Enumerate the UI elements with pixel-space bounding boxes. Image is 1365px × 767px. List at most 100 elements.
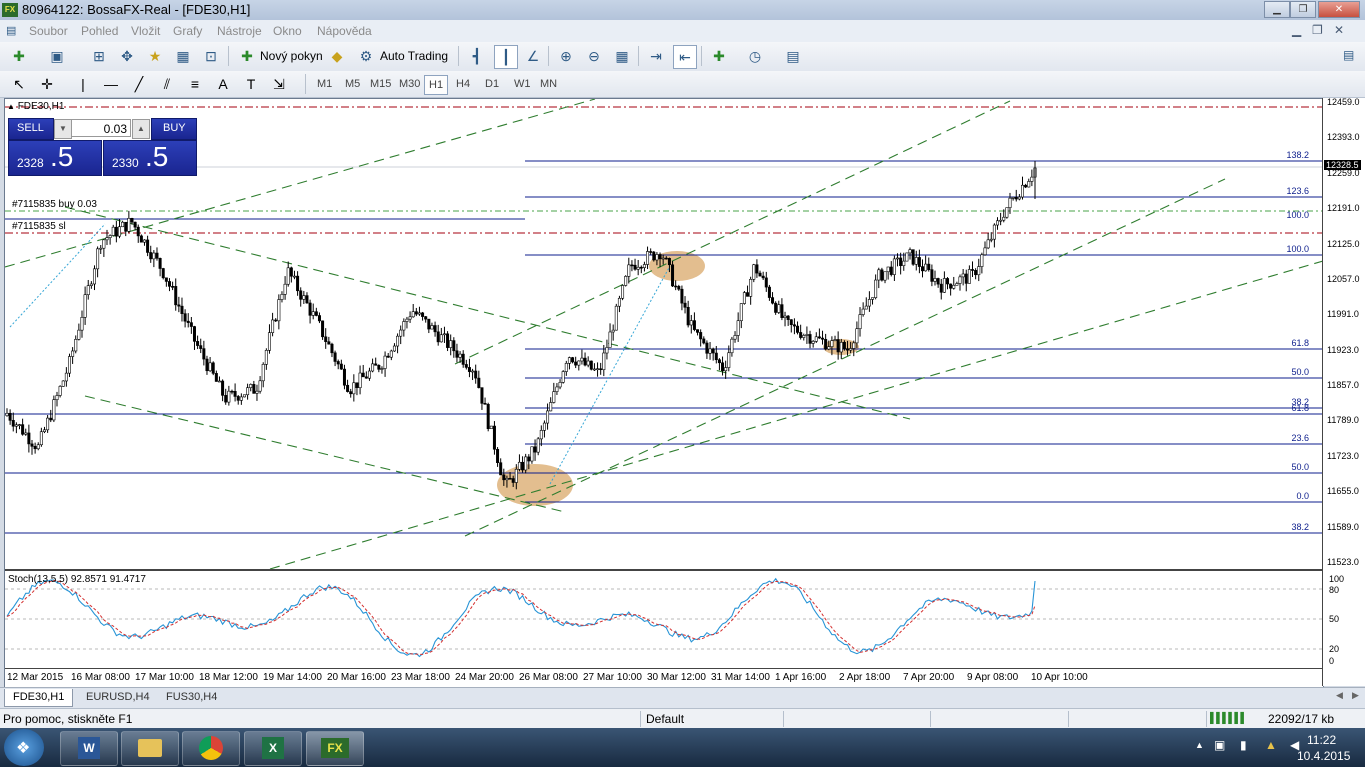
order-sl-label[interactable]: #7115835 sl — [12, 221, 66, 232]
candle-body — [664, 257, 668, 260]
sell-price-box[interactable]: 2328 .5 — [8, 140, 102, 176]
trendline-icon[interactable]: ╱ — [128, 73, 150, 95]
vertical-line-icon[interactable]: | — [72, 73, 94, 95]
tab-fus30-h4[interactable]: FUS30,H4 — [158, 689, 225, 706]
menu-window[interactable]: Okno — [273, 24, 302, 38]
candle-body — [405, 318, 409, 322]
tray-expand-icon[interactable]: ▲ — [1195, 740, 1204, 750]
tab-scroll-right-icon[interactable]: ▶ — [1352, 690, 1359, 701]
zoom-out-icon[interactable]: ⊖ — [583, 45, 605, 67]
meta-editor-icon[interactable]: ◆ — [326, 45, 348, 67]
taskbar-excel[interactable]: X — [244, 731, 302, 766]
candle-body — [971, 269, 975, 271]
menu-charts[interactable]: Grafy — [173, 24, 202, 38]
time-label: 16 Mar 08:00 — [71, 672, 130, 683]
candle-body — [914, 257, 918, 265]
order-buy-label[interactable]: #7115835 buy 0.03 — [12, 199, 97, 210]
traffic-indicator: 22092/17 kb — [1268, 712, 1335, 726]
menu-tools[interactable]: Nástroje — [217, 24, 262, 38]
buy-button[interactable]: BUY — [151, 118, 197, 140]
menu-view[interactable]: Pohled — [81, 24, 118, 38]
market-watch-icon[interactable]: ⊞ — [88, 45, 110, 67]
clock-date[interactable]: 10.4.2015 — [1297, 749, 1350, 763]
candle-body — [599, 368, 603, 371]
timeframe-h1[interactable]: H1 — [424, 75, 449, 95]
child-close-icon[interactable]: ✕ — [1334, 23, 1344, 37]
templates-icon[interactable]: ▤ — [782, 45, 804, 67]
candle-body — [339, 363, 343, 370]
clock-time[interactable]: 11:22 — [1307, 733, 1336, 747]
timeframe-m30[interactable]: M30 — [395, 75, 424, 93]
indicators-icon[interactable]: ✚ — [708, 45, 730, 67]
zoom-in-icon[interactable]: ⊕ — [555, 45, 577, 67]
strategy-tester-icon[interactable]: ⊡ — [200, 45, 222, 67]
child-restore-icon[interactable]: ❐ — [1312, 23, 1323, 37]
price-scale[interactable]: 12459.0 12393.0 12259.0 12191.0 12125.0 12057… — [1322, 97, 1365, 686]
timeframe-m15[interactable]: M15 — [366, 75, 395, 93]
candlestick-chart-icon[interactable]: ┃ — [494, 45, 518, 69]
tab-fde30-h1[interactable]: FDE30,H1 — [4, 689, 74, 707]
lot-increase-button[interactable]: ▲ — [132, 119, 150, 139]
candle-body — [439, 334, 443, 343]
new-chart-icon[interactable]: ✚ — [8, 45, 30, 67]
search-dropdown-icon[interactable]: ▤ — [1343, 48, 1354, 62]
text-icon[interactable]: A — [212, 73, 234, 95]
minimize-button[interactable]: ▁ — [1264, 1, 1290, 18]
timeframe-m5[interactable]: M5 — [341, 75, 364, 93]
close-button[interactable]: ✕ — [1318, 1, 1360, 18]
candle-body — [83, 294, 87, 318]
candle-body — [877, 269, 881, 281]
text-label-icon[interactable]: T — [240, 73, 262, 95]
timeframe-m1[interactable]: M1 — [313, 75, 336, 93]
tray-drive-icon[interactable]: ▲ — [1265, 738, 1277, 752]
lot-size-input[interactable]: 0.03 — [71, 119, 131, 137]
start-button[interactable]: ❖ — [4, 729, 44, 766]
auto-scroll-icon[interactable]: ⇥ — [645, 45, 667, 67]
tile-windows-icon[interactable]: ▦ — [611, 45, 633, 67]
crosshair-nav-icon[interactable]: ✥ — [116, 45, 138, 67]
taskbar-metatrader[interactable]: FX — [306, 731, 364, 766]
menu-insert[interactable]: Vložit — [131, 24, 160, 38]
equidistant-channel-icon[interactable]: ⫽ — [156, 73, 178, 95]
taskbar-chrome[interactable] — [182, 731, 240, 766]
timeframe-w1[interactable]: W1 — [510, 75, 535, 93]
child-minimize-icon[interactable]: ▁ — [1292, 23, 1301, 37]
buy-price-box[interactable]: 2330 .5 — [103, 140, 197, 176]
fib-label: 50.0 — [1291, 462, 1309, 472]
timeframe-h4[interactable]: H4 — [452, 75, 474, 93]
chart-window-icon[interactable]: ▤ — [6, 24, 16, 37]
candle-body — [942, 278, 946, 293]
cursor-icon[interactable]: ↖ — [8, 73, 30, 95]
timeframe-d1[interactable]: D1 — [481, 75, 503, 93]
taskbar-explorer[interactable] — [121, 731, 179, 766]
horizontal-line-icon[interactable]: — — [100, 73, 122, 95]
chart-canvas[interactable] — [5, 99, 1323, 687]
lot-decrease-button[interactable]: ▼ — [54, 119, 72, 139]
profiles-icon[interactable]: ▣ — [46, 45, 68, 67]
fib-label: 100.0 — [1286, 210, 1309, 220]
chart-shift-icon[interactable]: ⇤ — [673, 45, 697, 69]
taskbar-word[interactable]: W — [60, 731, 118, 766]
sell-button[interactable]: SELL — [8, 118, 54, 140]
menu-file[interactable]: Soubor — [29, 24, 68, 38]
fibonacci-icon[interactable]: ≡ — [184, 73, 206, 95]
fib-label: 50.0 — [1291, 367, 1309, 377]
candle-body — [936, 278, 940, 285]
tray-network-icon[interactable]: ▮ — [1240, 738, 1247, 752]
crosshair-icon[interactable]: ✛ — [36, 73, 58, 95]
maximize-button[interactable]: ❐ — [1290, 1, 1316, 18]
arrows-icon[interactable]: ⇲ — [268, 73, 290, 95]
line-chart-icon[interactable]: ∠ — [522, 45, 544, 67]
periods-icon[interactable]: ◷ — [744, 45, 766, 67]
terminal-icon[interactable]: ▦ — [172, 45, 194, 67]
timeframe-mn[interactable]: MN — [536, 75, 561, 93]
candle-body — [514, 468, 518, 483]
favorites-icon[interactable]: ★ — [144, 45, 166, 67]
tab-scroll-left-icon[interactable]: ◀ — [1336, 690, 1343, 701]
chart-window[interactable]: ▲ FDE30,H1 SELL ▼ 0.03 ▲ BUY 2328 .5 233… — [4, 98, 1324, 688]
tab-eurusd-h4[interactable]: EURUSD,H4 — [78, 689, 158, 706]
tray-device-icon[interactable]: ▣ — [1214, 738, 1225, 752]
candle-body — [714, 352, 718, 361]
menu-help[interactable]: Nápověda — [317, 24, 372, 38]
bar-chart-icon[interactable]: ┫ — [466, 45, 488, 67]
